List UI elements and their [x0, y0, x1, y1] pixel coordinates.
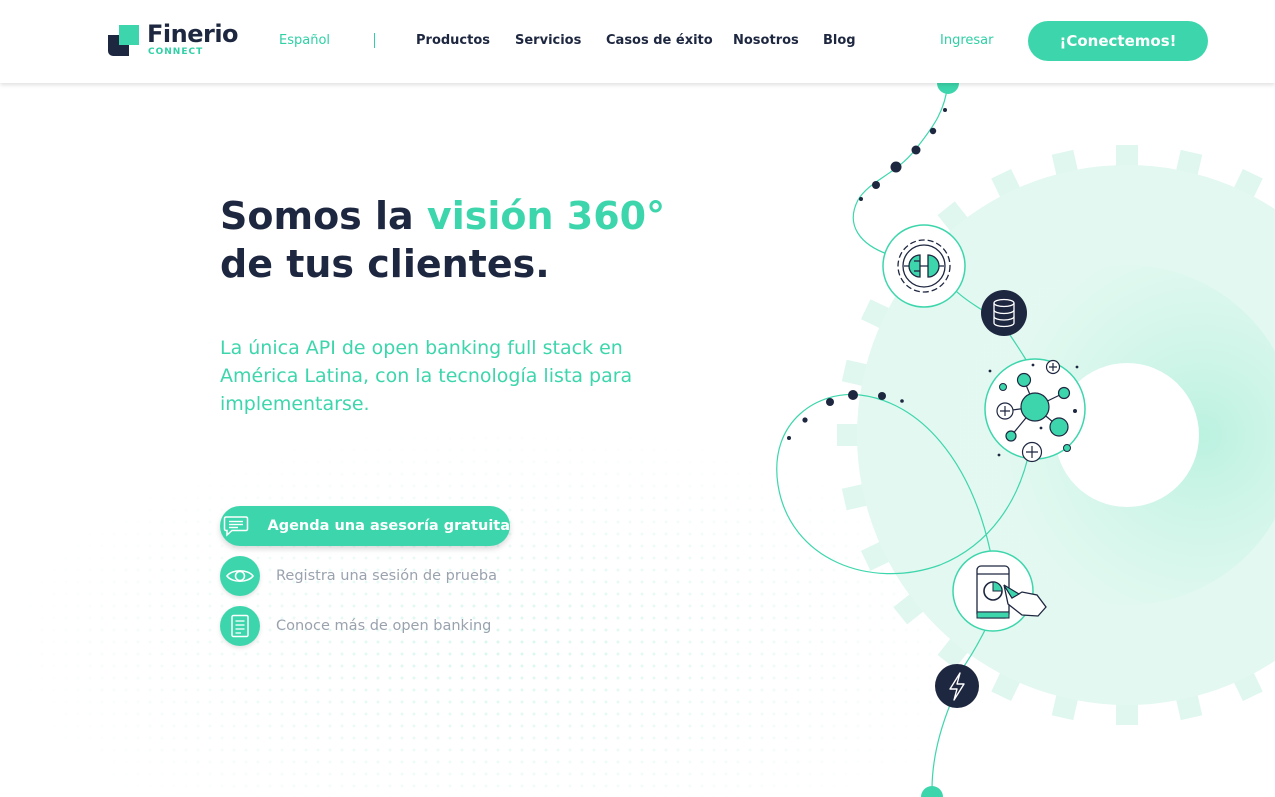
logo-subtitle: CONNECT: [148, 47, 204, 57]
nav-item-servicios[interactable]: Servicios: [515, 33, 581, 48]
top-navigation-bar: Finerio CONNECT Español Productos Servic…: [0, 0, 1275, 83]
language-selector[interactable]: Español: [279, 33, 330, 48]
eye-icon: [220, 556, 260, 596]
learn-open-banking-label: Conoce más de open banking: [276, 618, 492, 634]
nav-item-casos-de-exito[interactable]: Casos de éxito: [606, 33, 713, 48]
nav-divider: [374, 33, 375, 48]
conectemos-button[interactable]: ¡Conectemos!: [1028, 21, 1208, 61]
chat-icon: [220, 506, 252, 546]
logo-wordmark: Finerio: [147, 20, 239, 48]
schedule-consultation-button[interactable]: Agenda una asesoría gratuita: [220, 506, 510, 546]
gear-plug-node: [882, 224, 966, 308]
finerio-logo[interactable]: Finerio CONNECT: [108, 20, 239, 60]
hero-title-accent: visión 360°: [426, 194, 666, 238]
trial-session-link[interactable]: Registra una sesión de prueba: [220, 556, 497, 596]
finerio-logo-mark-icon: [108, 25, 139, 56]
hero-subtitle: La única API de open banking full stack …: [220, 337, 633, 415]
bottom-node-dot: [921, 786, 943, 797]
schedule-consultation-label: Agenda una asesoría gratuita: [267, 518, 511, 534]
nav-item-productos[interactable]: Productos: [416, 33, 490, 48]
hero-title-part1: Somos la: [220, 194, 427, 238]
top-node-dot: [937, 83, 959, 94]
nav-item-blog[interactable]: Blog: [823, 33, 856, 48]
document-icon: [220, 606, 260, 646]
nav-item-nosotros[interactable]: Nosotros: [733, 33, 799, 48]
trial-session-label: Registra una sesión de prueba: [276, 568, 497, 584]
hero-title-line2: de tus clientes.: [220, 242, 550, 286]
hero-title: Somos la visión 360° de tus clientes.: [220, 192, 665, 288]
lightning-node: [935, 664, 979, 708]
learn-open-banking-link[interactable]: Conoce más de open banking: [220, 606, 491, 646]
database-node: [981, 290, 1027, 336]
open-banking-illustration: [776, 83, 1275, 797]
login-link[interactable]: Ingresar: [940, 33, 993, 48]
